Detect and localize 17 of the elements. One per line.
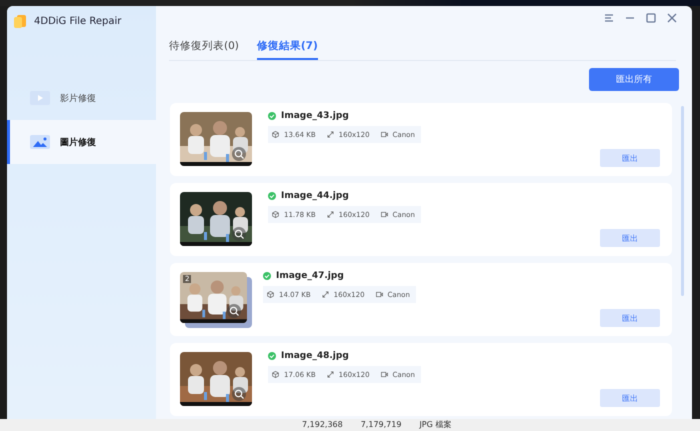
sidebar-item[interactable]: 圖片修復 — [7, 120, 156, 164]
export-all-button[interactable]: 匯出所有 — [589, 68, 679, 91]
file-name: Image_47.jpg — [276, 271, 344, 281]
tab[interactable]: 待修復列表(0) — [169, 39, 239, 60]
file-name: Image_44.jpg — [281, 191, 349, 201]
app-title: 4DDiG File Repair — [34, 16, 122, 26]
export-button[interactable]: 匯出 — [600, 229, 660, 247]
file-name: Image_48.jpg — [281, 351, 349, 361]
file-name: Image_43.jpg — [281, 111, 349, 121]
table-cell: JPG 檔案 — [419, 419, 452, 431]
tab[interactable]: 修復結果(7) — [256, 39, 318, 60]
export-button[interactable]: 匯出 — [600, 389, 660, 407]
table-cell: 7,179,719 — [360, 419, 402, 431]
export-button[interactable]: 匯出 — [600, 309, 660, 327]
sidebar-item[interactable]: 影片修復 — [7, 76, 156, 120]
table-cell: 7,192,368 — [302, 419, 343, 431]
export-button[interactable]: 匯出 — [600, 149, 660, 167]
